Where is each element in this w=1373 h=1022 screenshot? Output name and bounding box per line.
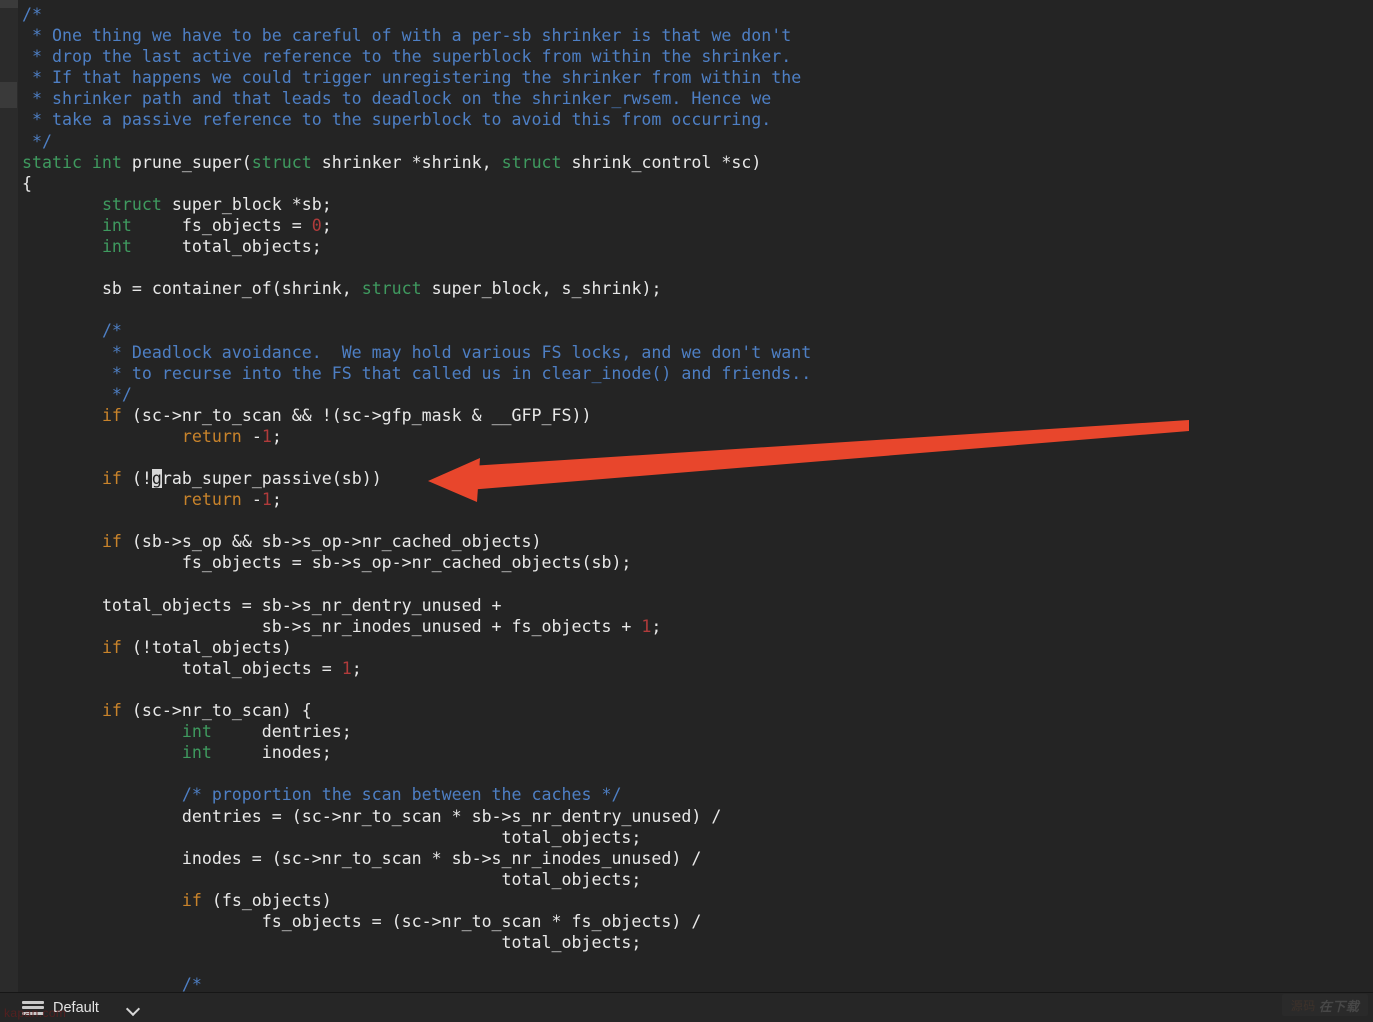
- watermark-main-text: 在下载: [1318, 998, 1360, 1014]
- chevron-down-icon: [127, 1004, 140, 1012]
- editor-gutter: [0, 0, 19, 993]
- gutter-top-strip: [0, 0, 18, 8]
- source-code[interactable]: /* * One thing we have to be careful of …: [18, 0, 1373, 993]
- status-bar: Default: [0, 992, 1373, 1022]
- vertical-scrollbar-thumb[interactable]: [0, 82, 17, 108]
- code-viewport[interactable]: /* * One thing we have to be careful of …: [18, 0, 1373, 993]
- watermark-bottom-right: 源码 在下载: [1282, 994, 1368, 1016]
- watermark-prefix-text: 源码: [1290, 998, 1316, 1013]
- watermark-bottom-left: kapan.com: [4, 1006, 67, 1020]
- text-caret: g: [151, 469, 162, 489]
- code-editor-window: /* * One thing we have to be careful of …: [0, 0, 1373, 1022]
